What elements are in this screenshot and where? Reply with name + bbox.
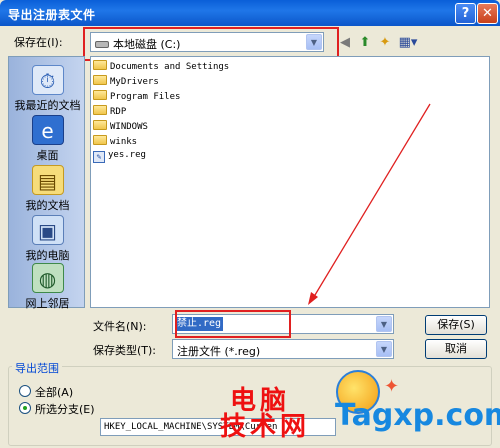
my-computer-icon: ▣ xyxy=(31,215,64,245)
folder-icon xyxy=(93,75,107,85)
filename-label: 文件名(N): xyxy=(93,320,147,333)
radio-branch[interactable] xyxy=(19,402,31,414)
radio-branch-label: 所选分支(E) xyxy=(35,403,95,416)
my-documents-icon: ▤ xyxy=(31,165,64,195)
list-item[interactable]: ✎ yes.reg xyxy=(93,150,146,165)
place-label: 我最近的文档 xyxy=(14,99,81,112)
recent-documents-icon: ⏱ xyxy=(31,65,64,95)
radio-all-label: 全部(A) xyxy=(35,386,74,399)
place-desktop[interactable]: e 桌面 xyxy=(9,115,86,163)
watermark-logo-mark: ✦ xyxy=(384,376,400,397)
chevron-down-icon[interactable]: ▼ xyxy=(376,341,392,357)
title-bar: 导出注册表文件 ? ✕ xyxy=(0,0,500,26)
place-label: 我的文档 xyxy=(25,199,70,212)
list-item[interactable]: winks xyxy=(93,135,137,150)
folder-icon xyxy=(93,90,107,100)
folder-icon xyxy=(93,120,107,130)
list-item[interactable]: RDP xyxy=(93,105,126,120)
up-folder-icon[interactable]: ⬆ xyxy=(356,34,374,52)
watermark-line1: 电脑 xyxy=(230,386,291,416)
registry-file-icon: ✎ xyxy=(93,151,105,163)
place-my-computer[interactable]: ▣ 我的电脑 xyxy=(9,215,86,263)
places-bar: ⏱ 我最近的文档 e 桌面 ▤ 我的文档 ▣ 我的电脑 ◍ 网上邻居 xyxy=(8,56,86,311)
radio-all[interactable] xyxy=(19,385,31,397)
list-item[interactable]: WINDOWS xyxy=(93,120,148,135)
place-recent[interactable]: ⏱ 我最近的文档 xyxy=(9,65,86,113)
folder-icon xyxy=(93,105,107,115)
save-in-label: 保存在(I): xyxy=(14,36,63,49)
save-button[interactable]: 保存(S) xyxy=(425,315,487,335)
filetype-label: 保存类型(T): xyxy=(93,344,157,357)
watermark-line2: 技术网 xyxy=(220,412,311,442)
list-item[interactable]: Program Files xyxy=(93,90,180,105)
window-title: 导出注册表文件 xyxy=(8,8,96,22)
view-menu-icon[interactable]: ▦▾ xyxy=(397,34,419,52)
export-range-title: 导出范围 xyxy=(12,360,62,376)
file-list[interactable]: Documents and Settings MyDrivers Program… xyxy=(90,56,490,308)
cancel-button[interactable]: 取消 xyxy=(425,339,487,359)
help-button[interactable]: ? xyxy=(455,3,476,24)
new-folder-icon[interactable]: ✦ xyxy=(376,34,394,52)
filetype-value: 注册文件 (*.reg) xyxy=(177,345,261,358)
desktop-icon: e xyxy=(31,115,64,145)
watermark-site: Tagxp.com xyxy=(335,398,500,433)
place-label: 我的电脑 xyxy=(25,249,70,262)
place-label: 桌面 xyxy=(36,149,59,162)
list-item[interactable]: MyDrivers xyxy=(93,75,159,90)
chevron-down-icon[interactable]: ▼ xyxy=(376,316,392,332)
close-button[interactable]: ✕ xyxy=(477,3,498,24)
place-label: 网上邻居 xyxy=(25,297,70,310)
watermark-text-cn: 电脑 技术网 xyxy=(220,388,310,440)
list-item[interactable]: Documents and Settings xyxy=(93,60,229,75)
folder-icon xyxy=(93,135,107,145)
place-my-documents[interactable]: ▤ 我的文档 xyxy=(9,165,86,213)
folder-icon xyxy=(93,60,107,70)
back-icon[interactable]: ◀ xyxy=(336,34,354,52)
annotation-box-filename xyxy=(175,310,291,338)
network-places-icon: ◍ xyxy=(31,263,64,293)
filetype-select[interactable]: 注册文件 (*.reg) ▼ xyxy=(172,339,394,359)
place-network[interactable]: ◍ 网上邻居 xyxy=(9,263,86,311)
